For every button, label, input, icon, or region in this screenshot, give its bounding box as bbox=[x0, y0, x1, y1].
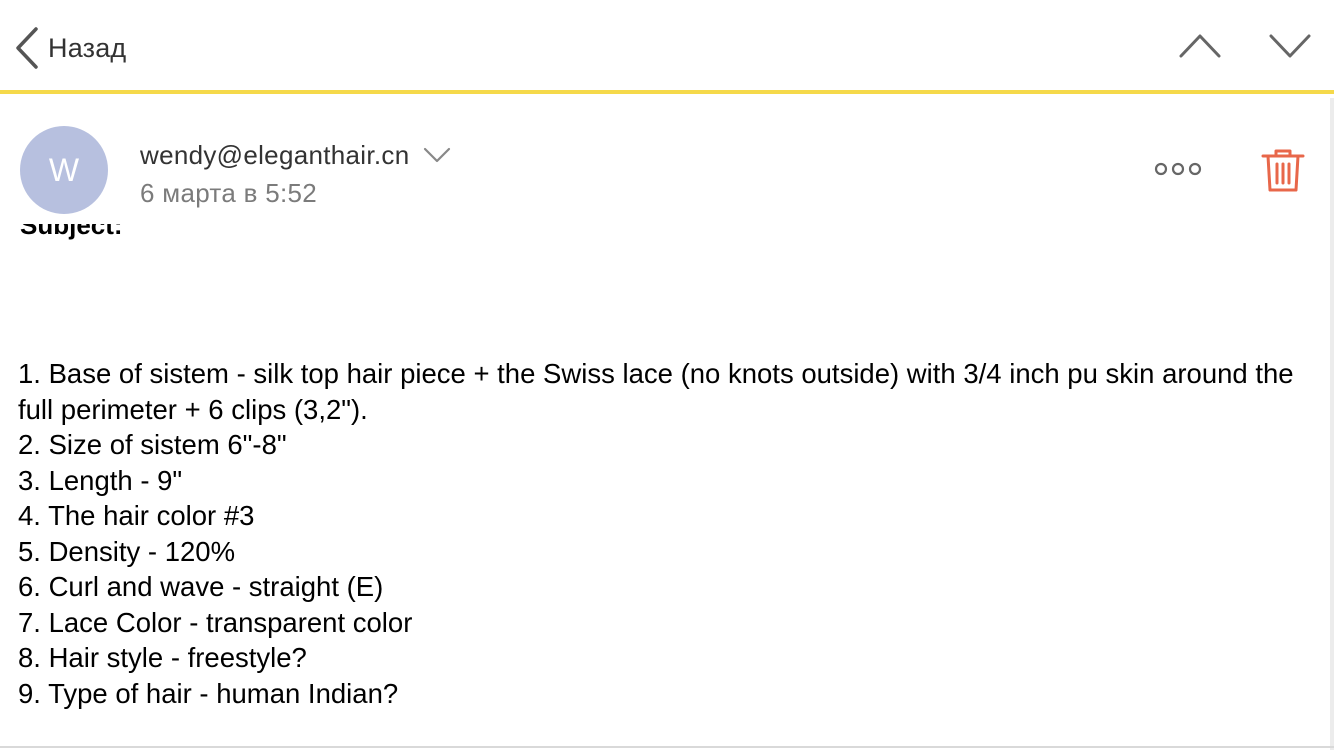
scroll-track bbox=[1330, 98, 1334, 750]
subject-text: Subject: bbox=[20, 224, 123, 240]
body-line: 7. Lace Color - transparent color bbox=[18, 606, 413, 638]
subject-line-partial: Subject: bbox=[20, 224, 160, 244]
top-navigation-bar: Назад bbox=[0, 0, 1334, 94]
more-options-button[interactable] bbox=[1154, 158, 1202, 185]
sender-email: wendy@eleganthair.cn bbox=[140, 139, 410, 170]
chevron-down-icon bbox=[424, 147, 451, 163]
divider bbox=[0, 746, 1334, 748]
message-date: 6 марта в 5:52 bbox=[140, 178, 318, 208]
message-header: W wendy@eleganthair.cn 6 марта в 5:52 bbox=[0, 98, 1334, 238]
chevron-left-icon bbox=[16, 27, 38, 69]
body-line: 6. Curl and wave - straight (E) bbox=[18, 571, 384, 602]
more-dots-icon bbox=[1154, 162, 1202, 176]
next-message-button[interactable] bbox=[1268, 28, 1312, 69]
sender-dropdown[interactable]: wendy@eleganthair.cn bbox=[140, 138, 451, 172]
body-line: 3. Length - 9" bbox=[18, 464, 183, 496]
body-line: 2. Size of sistem 6"-8" bbox=[18, 429, 287, 460]
message-body: 1. Base of sistem - silk top hair piece … bbox=[18, 356, 1318, 711]
delete-button[interactable] bbox=[1261, 147, 1305, 198]
previous-message-button[interactable] bbox=[1178, 28, 1222, 69]
back-label: Назад bbox=[48, 32, 127, 63]
body-line: 5. Density - 120% bbox=[18, 535, 236, 567]
body-line: 9. Type of hair - human Indian? bbox=[18, 677, 399, 709]
trash-icon bbox=[1261, 149, 1305, 192]
body-line: 4. The hair color #3 bbox=[18, 500, 255, 531]
avatar: W bbox=[20, 126, 108, 214]
back-button[interactable]: Назад bbox=[14, 24, 126, 72]
chevron-up-icon bbox=[1179, 34, 1221, 58]
chevron-down-icon bbox=[1269, 34, 1311, 58]
avatar-initial: W bbox=[48, 151, 80, 188]
body-line: 1. Base of sistem - silk top hair piece … bbox=[18, 358, 1294, 425]
body-line: 8. Hair style - freestyle? bbox=[18, 642, 307, 673]
